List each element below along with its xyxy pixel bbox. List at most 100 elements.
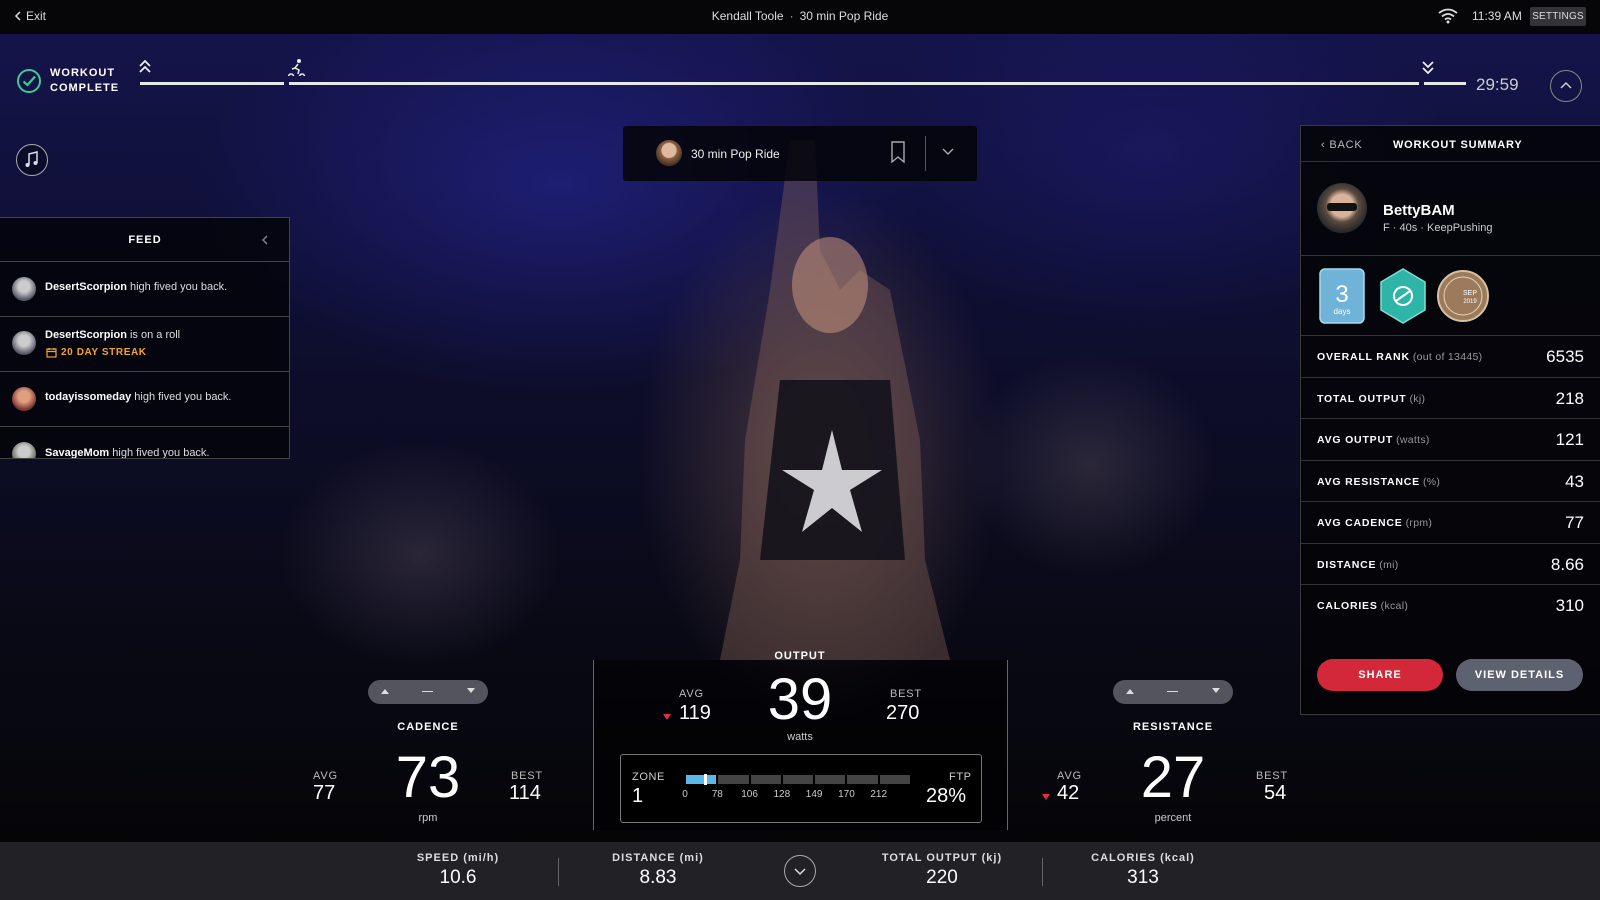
power-zone-panel: ZONE 1 0 78 106 128 149 170 212 FTP 28% <box>620 754 982 823</box>
collapse-feed-icon[interactable] <box>260 233 270 247</box>
total-output-stat: TOTAL OUTPUT (kj) 220 <box>857 852 1027 889</box>
cadence-unit: rpm <box>418 812 438 824</box>
stepper-dash <box>422 691 433 692</box>
user-avatar <box>12 331 36 355</box>
output-best-label: BEST <box>890 688 922 700</box>
streak-badge-icon[interactable]: 3 days <box>1319 268 1365 324</box>
output-label: OUTPUT <box>774 650 826 662</box>
feed-header: FEED <box>0 218 289 262</box>
zone-tick-label: 170 <box>838 789 855 800</box>
resistance-label: RESISTANCE <box>1132 721 1214 733</box>
trend-down-icon <box>1042 794 1050 800</box>
feed-item[interactable]: todayissomeday high fived you back. <box>0 372 289 427</box>
zone-tick-label: 0 <box>682 789 688 800</box>
resistance-value: 27 <box>1140 745 1206 810</box>
user-avatar <box>12 442 36 458</box>
streak-badge-number: 3 <box>1335 281 1348 308</box>
calories-stat: CALORIES (kcal) 313 <box>1058 852 1228 889</box>
distance-stat: DISTANCE (mi) 8.83 <box>573 852 743 889</box>
stat-value: 218 <box>1555 388 1584 408</box>
zone-segment <box>879 775 910 784</box>
settings-button[interactable]: SETTINGS <box>1530 7 1586 26</box>
zone-segment <box>782 775 814 784</box>
arrow-up-icon[interactable] <box>1125 687 1135 695</box>
instructor-avatar <box>656 140 682 166</box>
stat-calories: CALORIES (kcal) 310 <box>1301 585 1600 627</box>
feed-action: high fived you back. <box>134 391 232 403</box>
feed-item[interactable]: SavageMom high fived you back. <box>0 427 289 458</box>
stepper-dash <box>1167 691 1178 692</box>
music-button[interactable] <box>16 144 48 176</box>
cadence-avg-label: AVG <box>313 770 338 782</box>
stat-avg-cadence: AVG CADENCE (rpm) 77 <box>1301 502 1600 544</box>
stat-unit: (out of 13445) <box>1412 351 1483 363</box>
calendar-icon <box>46 348 57 358</box>
class-info-card[interactable]: 30 min Pop Ride <box>623 126 977 181</box>
user-avatar <box>12 277 36 301</box>
cadence-label: CADENCE <box>397 721 459 733</box>
stat-value: 310 <box>1555 596 1584 615</box>
view-details-button[interactable]: VIEW DETAILS <box>1456 659 1583 691</box>
zone-tick-label: 128 <box>773 789 791 800</box>
stat-label: AVG OUTPUT (watts) <box>1317 434 1430 446</box>
feed-username[interactable]: DesertScorpion <box>45 329 127 341</box>
share-button[interactable]: SHARE <box>1317 659 1443 691</box>
progress-segment-main <box>289 82 1419 85</box>
back-button[interactable]: ‹ BACK <box>1321 139 1362 151</box>
arrow-down-icon[interactable] <box>1211 687 1221 695</box>
bookmark-icon[interactable] <box>891 141 905 163</box>
streak-text: 20 DAY STREAK <box>61 347 147 358</box>
feed-text: DesertScorpion high fived you back. <box>45 281 227 293</box>
feed-username[interactable]: todayissomeday <box>45 391 131 403</box>
clock: 11:39 AM <box>1472 9 1522 23</box>
resistance-stepper[interactable] <box>1113 680 1233 704</box>
stat-label-text: AVG CADENCE <box>1317 517 1403 529</box>
output-avg-label: AVG <box>679 688 704 700</box>
expand-button[interactable] <box>1550 70 1582 102</box>
arrow-up-icon[interactable] <box>380 687 390 695</box>
feed-username[interactable]: DesertScorpion <box>45 281 127 293</box>
output-value: 39 <box>767 667 833 732</box>
resistance-best-label: BEST <box>1256 770 1288 782</box>
chevron-down-icon[interactable] <box>941 146 955 156</box>
feed-item[interactable]: DesertScorpion high fived you back. <box>0 262 289 317</box>
feed-text: SavageMom high fived you back. <box>45 447 210 458</box>
hexagon-badge-icon[interactable] <box>1379 268 1427 324</box>
workout-complete-text: WORKOUT COMPLETE <box>50 66 119 96</box>
resistance-avg-label: AVG <box>1057 770 1082 782</box>
speed-stat: SPEED (mi/h) 10.6 <box>373 852 543 889</box>
summary-title: WORKOUT SUMMARY <box>1393 139 1523 151</box>
stat-unit: (%) <box>1423 475 1441 488</box>
zone-segment <box>815 775 846 784</box>
chevron-down-icon <box>794 868 806 876</box>
feed-username[interactable]: SavageMom <box>45 447 109 458</box>
arrow-down-icon[interactable] <box>466 687 476 695</box>
date-badge-icon[interactable]: SEP 2019 <box>1437 268 1489 324</box>
username: BettyBAM <box>1383 202 1455 219</box>
progress-segment-cooldown <box>1424 82 1466 85</box>
zone-position-marker <box>704 774 708 785</box>
output-avg-value: 119 <box>679 702 711 724</box>
feed-item[interactable]: DesertScorpion is on a roll 20 DAY STREA… <box>0 317 289 372</box>
calories-label: CALORIES (kcal) <box>1091 852 1195 864</box>
zone-segment <box>718 775 749 784</box>
ftp-label: FTP <box>949 771 972 783</box>
feed-title: FEED <box>128 234 162 246</box>
cooldown-chevrons-icon <box>1422 61 1434 75</box>
cadence-stepper[interactable] <box>368 680 488 704</box>
stat-value: 121 <box>1555 430 1584 449</box>
output-best-value: 270 <box>886 702 920 724</box>
stat-value: 8.66 <box>1550 554 1584 574</box>
divider <box>558 858 559 886</box>
stat-label: AVG CADENCE (rpm) <box>1317 517 1432 529</box>
feed-action: is on a roll <box>129 329 181 341</box>
stat-unit: (rpm) <box>1405 517 1433 529</box>
zone-value: 1 <box>632 785 644 807</box>
zone-segment <box>847 775 878 784</box>
collapse-metrics-button[interactable] <box>784 855 816 887</box>
feed-text: DesertScorpion is on a roll <box>45 329 180 341</box>
zone-label: ZONE <box>632 771 665 783</box>
resistance-unit: percent <box>1154 812 1192 824</box>
top-bar: Exit Kendall Toole · 30 min Pop Ride 11:39… <box>0 0 1600 34</box>
zone-segment <box>686 775 717 784</box>
